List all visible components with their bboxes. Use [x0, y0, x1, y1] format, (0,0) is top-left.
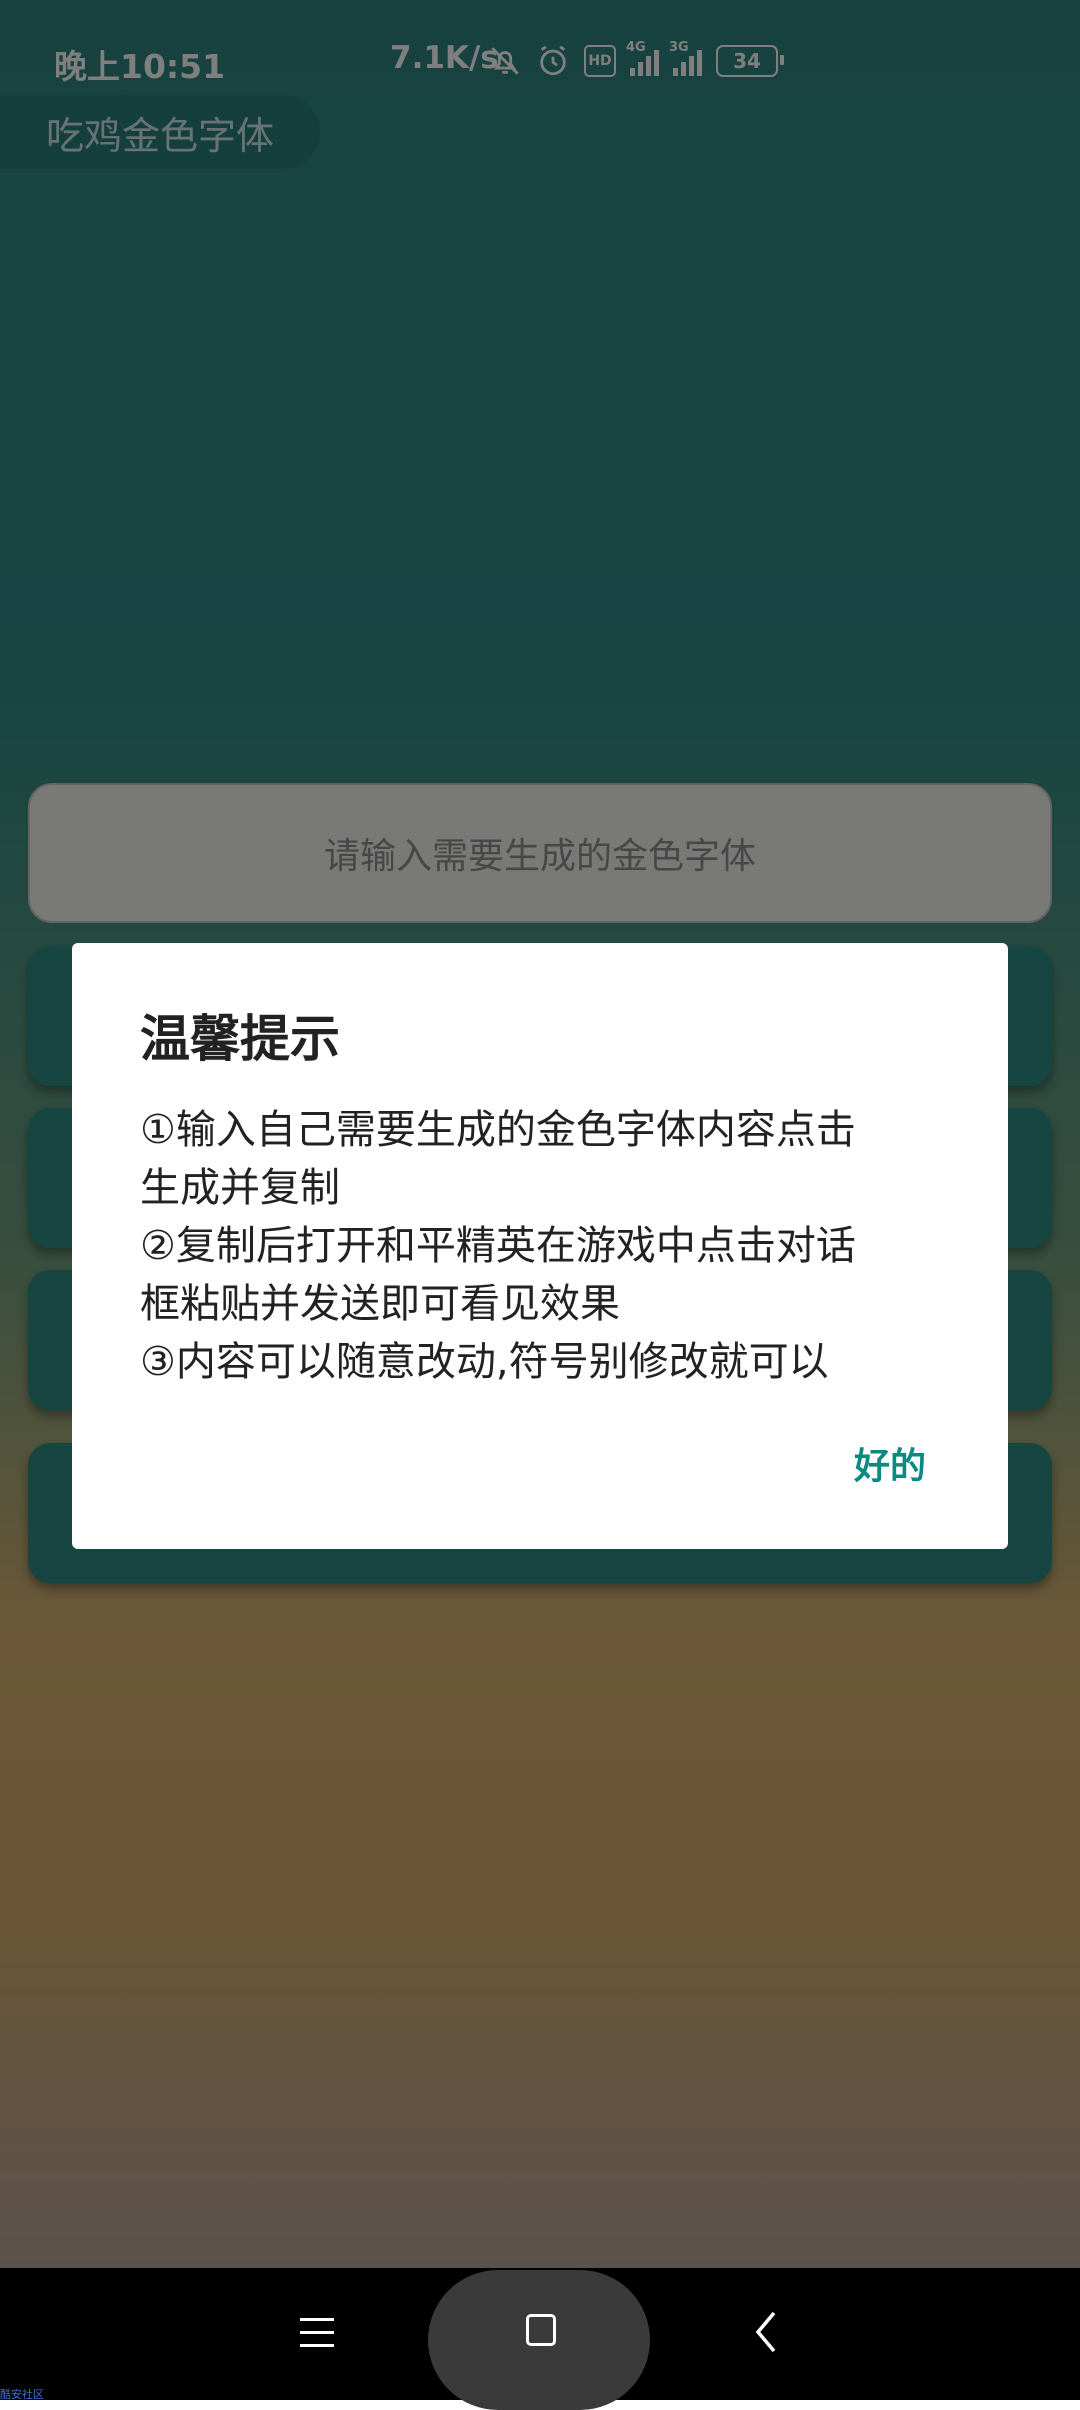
home-icon [526, 2314, 556, 2346]
dialog-line: 框粘贴并发送即可看见效果 [140, 1281, 620, 1327]
home-button[interactable] [428, 2270, 650, 2410]
back-icon[interactable] [748, 2305, 782, 2359]
dialog-message: ①输入自己需要生成的金色字体内容点击 生成并复制 ②复制后打开和平精英在游戏中点… [140, 1101, 938, 1391]
tips-dialog: 温馨提示 ①输入自己需要生成的金色字体内容点击 生成并复制 ②复制后打开和平精英… [72, 943, 1008, 1549]
dialog-line: ①输入自己需要生成的金色字体内容点击 [140, 1107, 856, 1153]
ok-button[interactable]: 好的 [854, 1437, 926, 1489]
dialog-line: ③内容可以随意改动,符号别修改就可以 [140, 1339, 829, 1385]
dialog-line: ②复制后打开和平精英在游戏中点击对话 [140, 1223, 856, 1269]
dialog-title: 温馨提示 [140, 1010, 340, 1068]
dialog-line: 生成并复制 [140, 1165, 340, 1211]
menu-icon[interactable] [300, 2318, 334, 2348]
